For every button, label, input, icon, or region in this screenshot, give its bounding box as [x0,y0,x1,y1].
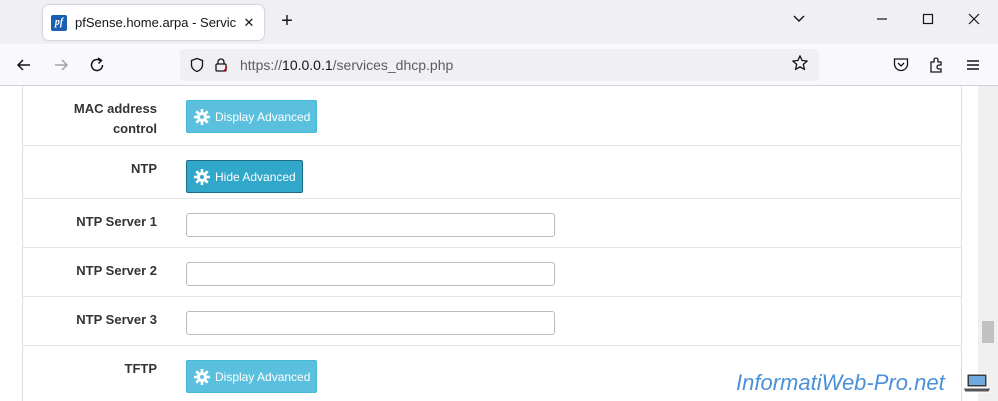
ntp-hide-advanced-button[interactable]: Hide Advanced [186,160,303,193]
ntp-server-2-label: NTP Server 2 [76,263,157,278]
mac-display-advanced-button[interactable]: Display Advanced [186,100,318,133]
new-tab-button[interactable]: + [276,10,298,32]
form-row-mac-address-control: MAC address control Display Advanced [23,86,961,146]
laptop-icon [962,373,992,393]
shield-icon[interactable] [188,56,206,74]
label-line-2: control [112,121,157,136]
gear-icon [194,368,210,385]
back-icon[interactable] [12,53,36,77]
chevron-down-icon[interactable] [788,10,810,32]
pfsense-favicon-icon: pf [51,14,67,31]
lock-icon[interactable] [212,56,230,74]
ntp-server-3-label: NTP Server 3 [76,312,157,327]
ntp-server-1-label: NTP Server 1 [76,214,157,229]
ntp-server-2-input[interactable] [186,262,555,286]
mac-address-control-label: MAC address control [74,99,157,139]
scrollbar-thumb[interactable] [982,321,994,343]
vertical-scrollbar[interactable] [978,86,998,401]
tftp-display-advanced-button[interactable]: Display Advanced [186,360,318,393]
tab-title: pfSense.home.arpa - Services: D [75,15,236,30]
url-path: /services_dhcp.php [332,57,454,73]
gear-icon [194,108,210,125]
ntp-server-3-input[interactable] [186,311,555,335]
watermark-text: InformatiWeb-Pro.net [736,370,945,395]
maximize-icon[interactable] [917,10,939,32]
button-label: Display Advanced [215,109,311,124]
dhcp-form-panel: MAC address control Display Advanced NTP… [22,86,962,401]
url-prefix: https:// [240,57,283,73]
gear-icon [194,168,210,185]
button-label: Display Advanced [215,369,311,384]
reload-icon[interactable] [85,53,109,77]
pocket-icon[interactable] [891,55,911,75]
form-row-ntp-server-2: NTP Server 2 [23,248,961,297]
url-bar[interactable]: https://10.0.0.1/services_dhcp.php [180,49,819,81]
url-host: 10.0.0.1 [282,57,333,73]
menu-icon[interactable] [963,55,983,75]
extensions-icon[interactable] [927,55,947,75]
label-line-1: MAC address [73,101,157,116]
button-label: Hide Advanced [215,169,296,184]
navigation-bar: https://10.0.0.1/services_dhcp.php [0,44,998,86]
tab-close-icon[interactable]: ✕ [242,15,256,31]
title-bar: pf pfSense.home.arpa - Services: D ✕ + [0,0,998,44]
form-row-ntp-server-3: NTP Server 3 [23,297,961,346]
close-window-icon[interactable] [963,10,985,32]
ntp-label: NTP [131,161,157,176]
browser-tab[interactable]: pf pfSense.home.arpa - Services: D ✕ [43,5,264,40]
form-row-ntp: NTP Hide Advanced [23,146,961,199]
forward-icon[interactable] [49,53,73,77]
minimize-icon[interactable] [871,10,893,32]
star-icon[interactable] [791,54,809,77]
ntp-server-1-input[interactable] [186,213,555,237]
form-row-ntp-server-1: NTP Server 1 [23,199,961,248]
url-text: https://10.0.0.1/services_dhcp.php [240,57,791,73]
tftp-label: TFTP [124,361,158,376]
page-content: MAC address control Display Advanced NTP… [0,86,998,401]
